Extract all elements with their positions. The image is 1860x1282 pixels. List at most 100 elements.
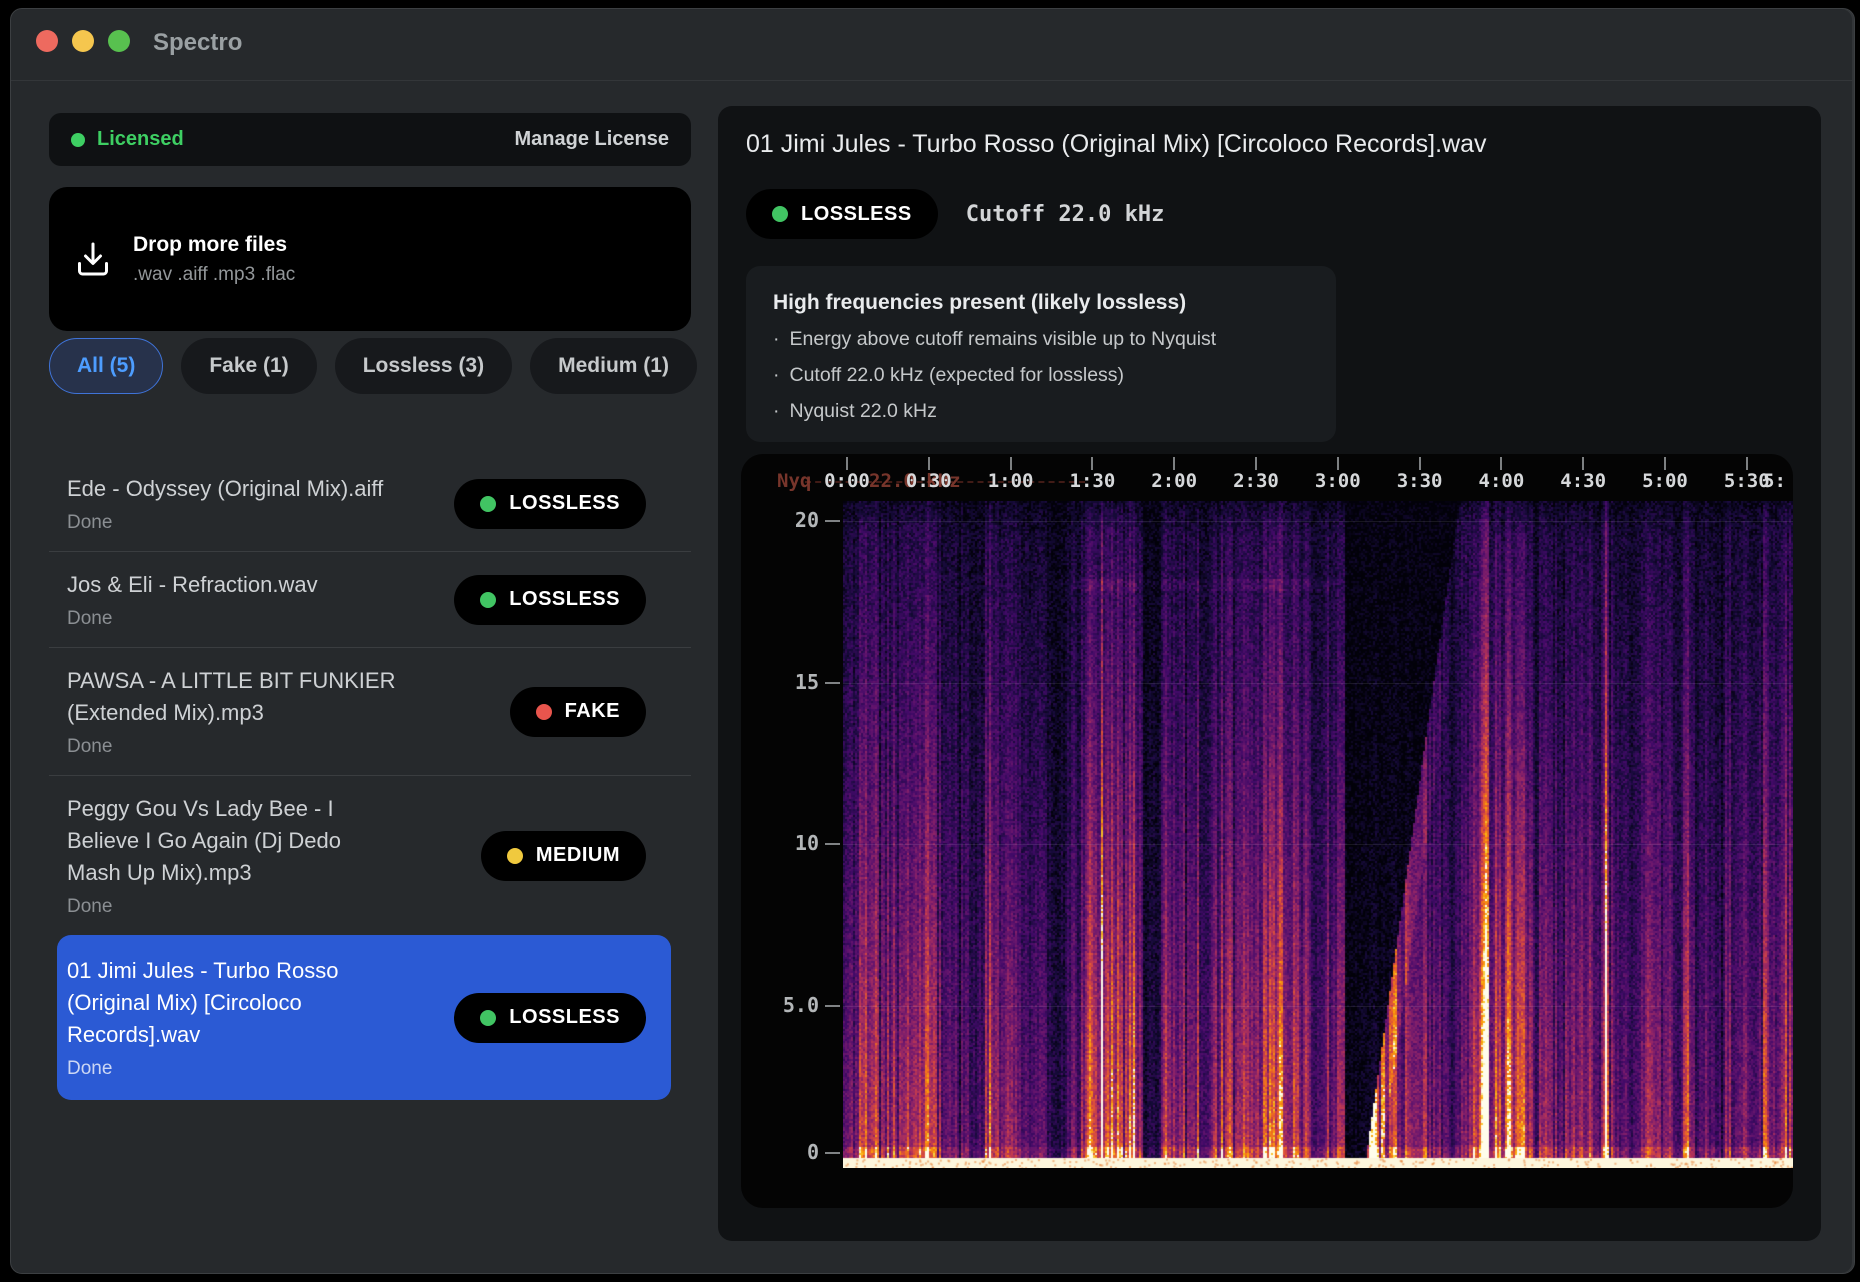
file-name: 01 Jimi Jules - Turbo Rosso (Original Mi… <box>67 955 397 1051</box>
freq-tick-mark <box>825 520 840 522</box>
file-verdict-dot <box>480 1010 496 1026</box>
time-tick <box>1582 457 1584 470</box>
file-status: Done <box>67 512 454 534</box>
time-tick <box>1010 457 1012 470</box>
analysis-box: High frequencies present (likely lossles… <box>746 266 1336 442</box>
file-list-item[interactable]: Jos & Eli - Refraction.wav Done LOSSLESS <box>49 551 691 647</box>
file-verdict-label: LOSSLESS <box>509 492 620 515</box>
verdict-badge-label: LOSSLESS <box>801 203 912 226</box>
freq-tick-mark <box>825 843 840 845</box>
time-tick-label: 1:00 <box>971 470 1051 492</box>
file-list-item[interactable]: PAWSA - A LITTLE BIT FUNKIER (Extended M… <box>49 647 691 775</box>
time-tick <box>928 457 930 470</box>
freq-tick-label: 0 <box>759 1140 819 1164</box>
analysis-bullets: · Energy above cutoff remains visible up … <box>773 328 1309 423</box>
titlebar: Spectro <box>11 9 1854 81</box>
freq-tick-label: 5.0 <box>759 993 819 1017</box>
zoom-window-button[interactable] <box>108 30 130 52</box>
freq-tick-label: 15 <box>759 670 819 694</box>
time-tick-label: 3:30 <box>1380 470 1460 492</box>
file-list-item[interactable]: 01 Jimi Jules - Turbo Rosso (Original Mi… <box>57 935 671 1100</box>
licensed-status-dot <box>71 133 85 147</box>
file-info: Peggy Gou Vs Lady Bee - I Believe I Go A… <box>67 793 481 918</box>
file-list-item[interactable]: Peggy Gou Vs Lady Bee - I Believe I Go A… <box>49 775 691 935</box>
download-icon <box>75 239 111 279</box>
filter-tab-all[interactable]: All (5) <box>49 338 163 394</box>
bullet-text: Nyquist 22.0 kHz <box>790 400 937 422</box>
gridline <box>843 521 1793 522</box>
file-verdict-badge: LOSSLESS <box>454 993 646 1043</box>
time-tick <box>1173 457 1175 470</box>
time-tick-label: 0:30 <box>889 470 969 492</box>
file-status: Done <box>67 896 481 918</box>
time-tick <box>1664 457 1666 470</box>
filter-tabs: All (5)Fake (1)Lossless (3)Medium (1) <box>49 338 691 394</box>
file-info: Jos & Eli - Refraction.wav Done <box>67 569 454 630</box>
license-bar: Licensed Manage License <box>49 113 691 166</box>
filter-tab-lossless[interactable]: Lossless (3) <box>335 338 512 394</box>
file-name: PAWSA - A LITTLE BIT FUNKIER (Extended M… <box>67 665 397 729</box>
time-tick-label: 4:30 <box>1543 470 1623 492</box>
time-tick <box>1419 457 1421 470</box>
screen: Spectro Licensed Manage License Drop mor… <box>0 0 1860 1282</box>
dropzone-text: Drop more files .wav .aiff .mp3 .flac <box>133 233 295 286</box>
freq-tick-label: 20 <box>759 508 819 532</box>
spectrogram-image <box>843 501 1793 1168</box>
time-tick <box>1255 457 1257 470</box>
dropzone-title: Drop more files <box>133 233 295 257</box>
track-title: 01 Jimi Jules - Turbo Rosso (Original Mi… <box>746 130 1487 159</box>
time-tick <box>846 457 848 470</box>
bullet-text: Energy above cutoff remains visible up t… <box>790 328 1217 350</box>
time-tick <box>1746 457 1748 470</box>
time-tick <box>1337 457 1339 470</box>
freq-tick-mark <box>825 1005 840 1007</box>
analysis-bullet: · Energy above cutoff remains visible up … <box>773 328 1309 351</box>
file-verdict-label: LOSSLESS <box>509 1006 620 1029</box>
file-drop-zone[interactable]: Drop more files .wav .aiff .mp3 .flac <box>49 187 691 331</box>
file-info: Ede - Odyssey (Original Mix).aiff Done <box>67 473 454 534</box>
freq-tick-mark <box>825 1152 840 1154</box>
time-tick-label: 2:30 <box>1216 470 1296 492</box>
time-tick-label: 2:00 <box>1134 470 1214 492</box>
file-name: Jos & Eli - Refraction.wav <box>67 569 397 601</box>
file-verdict-dot <box>480 496 496 512</box>
file-verdict-label: FAKE <box>565 700 620 723</box>
freq-tick-label: 10 <box>759 831 819 855</box>
analysis-bullet: · Nyquist 22.0 kHz <box>773 400 1309 423</box>
time-edge-label: 5: <box>1763 470 1793 492</box>
app-window: Spectro Licensed Manage License Drop mor… <box>10 8 1855 1274</box>
bullet-marker: · <box>773 364 780 386</box>
file-info: 01 Jimi Jules - Turbo Rosso (Original Mi… <box>67 955 454 1080</box>
detail-panel: 01 Jimi Jules - Turbo Rosso (Original Mi… <box>718 106 1821 1241</box>
filter-tab-medium[interactable]: Medium (1) <box>530 338 697 394</box>
dropzone-formats: .wav .aiff .mp3 .flac <box>133 264 295 286</box>
close-window-button[interactable] <box>36 30 58 52</box>
analysis-heading: High frequencies present (likely lossles… <box>773 291 1309 315</box>
file-verdict-label: LOSSLESS <box>509 588 620 611</box>
file-verdict-badge: LOSSLESS <box>454 479 646 529</box>
app-title: Spectro <box>153 29 242 57</box>
file-status: Done <box>67 1058 454 1080</box>
file-status: Done <box>67 736 510 758</box>
time-tick <box>1500 457 1502 470</box>
verdict-badge: LOSSLESS <box>746 189 938 239</box>
time-tick-label: 1:30 <box>1052 470 1132 492</box>
time-tick <box>1091 457 1093 470</box>
file-status: Done <box>67 608 454 630</box>
verdict-status-dot <box>772 206 788 222</box>
file-list: Ede - Odyssey (Original Mix).aiff Done L… <box>49 456 691 1100</box>
file-verdict-dot <box>507 848 523 864</box>
file-list-item[interactable]: Ede - Odyssey (Original Mix).aiff Done L… <box>49 456 691 551</box>
bullet-marker: · <box>773 400 780 422</box>
minimize-window-button[interactable] <box>72 30 94 52</box>
analysis-bullet: ·Cutoff 22.0 kHz (expected for lossless) <box>773 364 1309 387</box>
file-verdict-badge: FAKE <box>510 687 646 737</box>
filter-tab-fake[interactable]: Fake (1) <box>181 338 316 394</box>
gridline <box>843 683 1793 684</box>
file-name: Peggy Gou Vs Lady Bee - I Believe I Go A… <box>67 793 397 889</box>
bullet-marker: · <box>773 328 780 350</box>
time-tick-label: 0:00 <box>807 470 887 492</box>
gridline <box>843 1006 1793 1007</box>
file-verdict-badge: MEDIUM <box>481 831 646 881</box>
manage-license-button[interactable]: Manage License <box>514 128 669 151</box>
